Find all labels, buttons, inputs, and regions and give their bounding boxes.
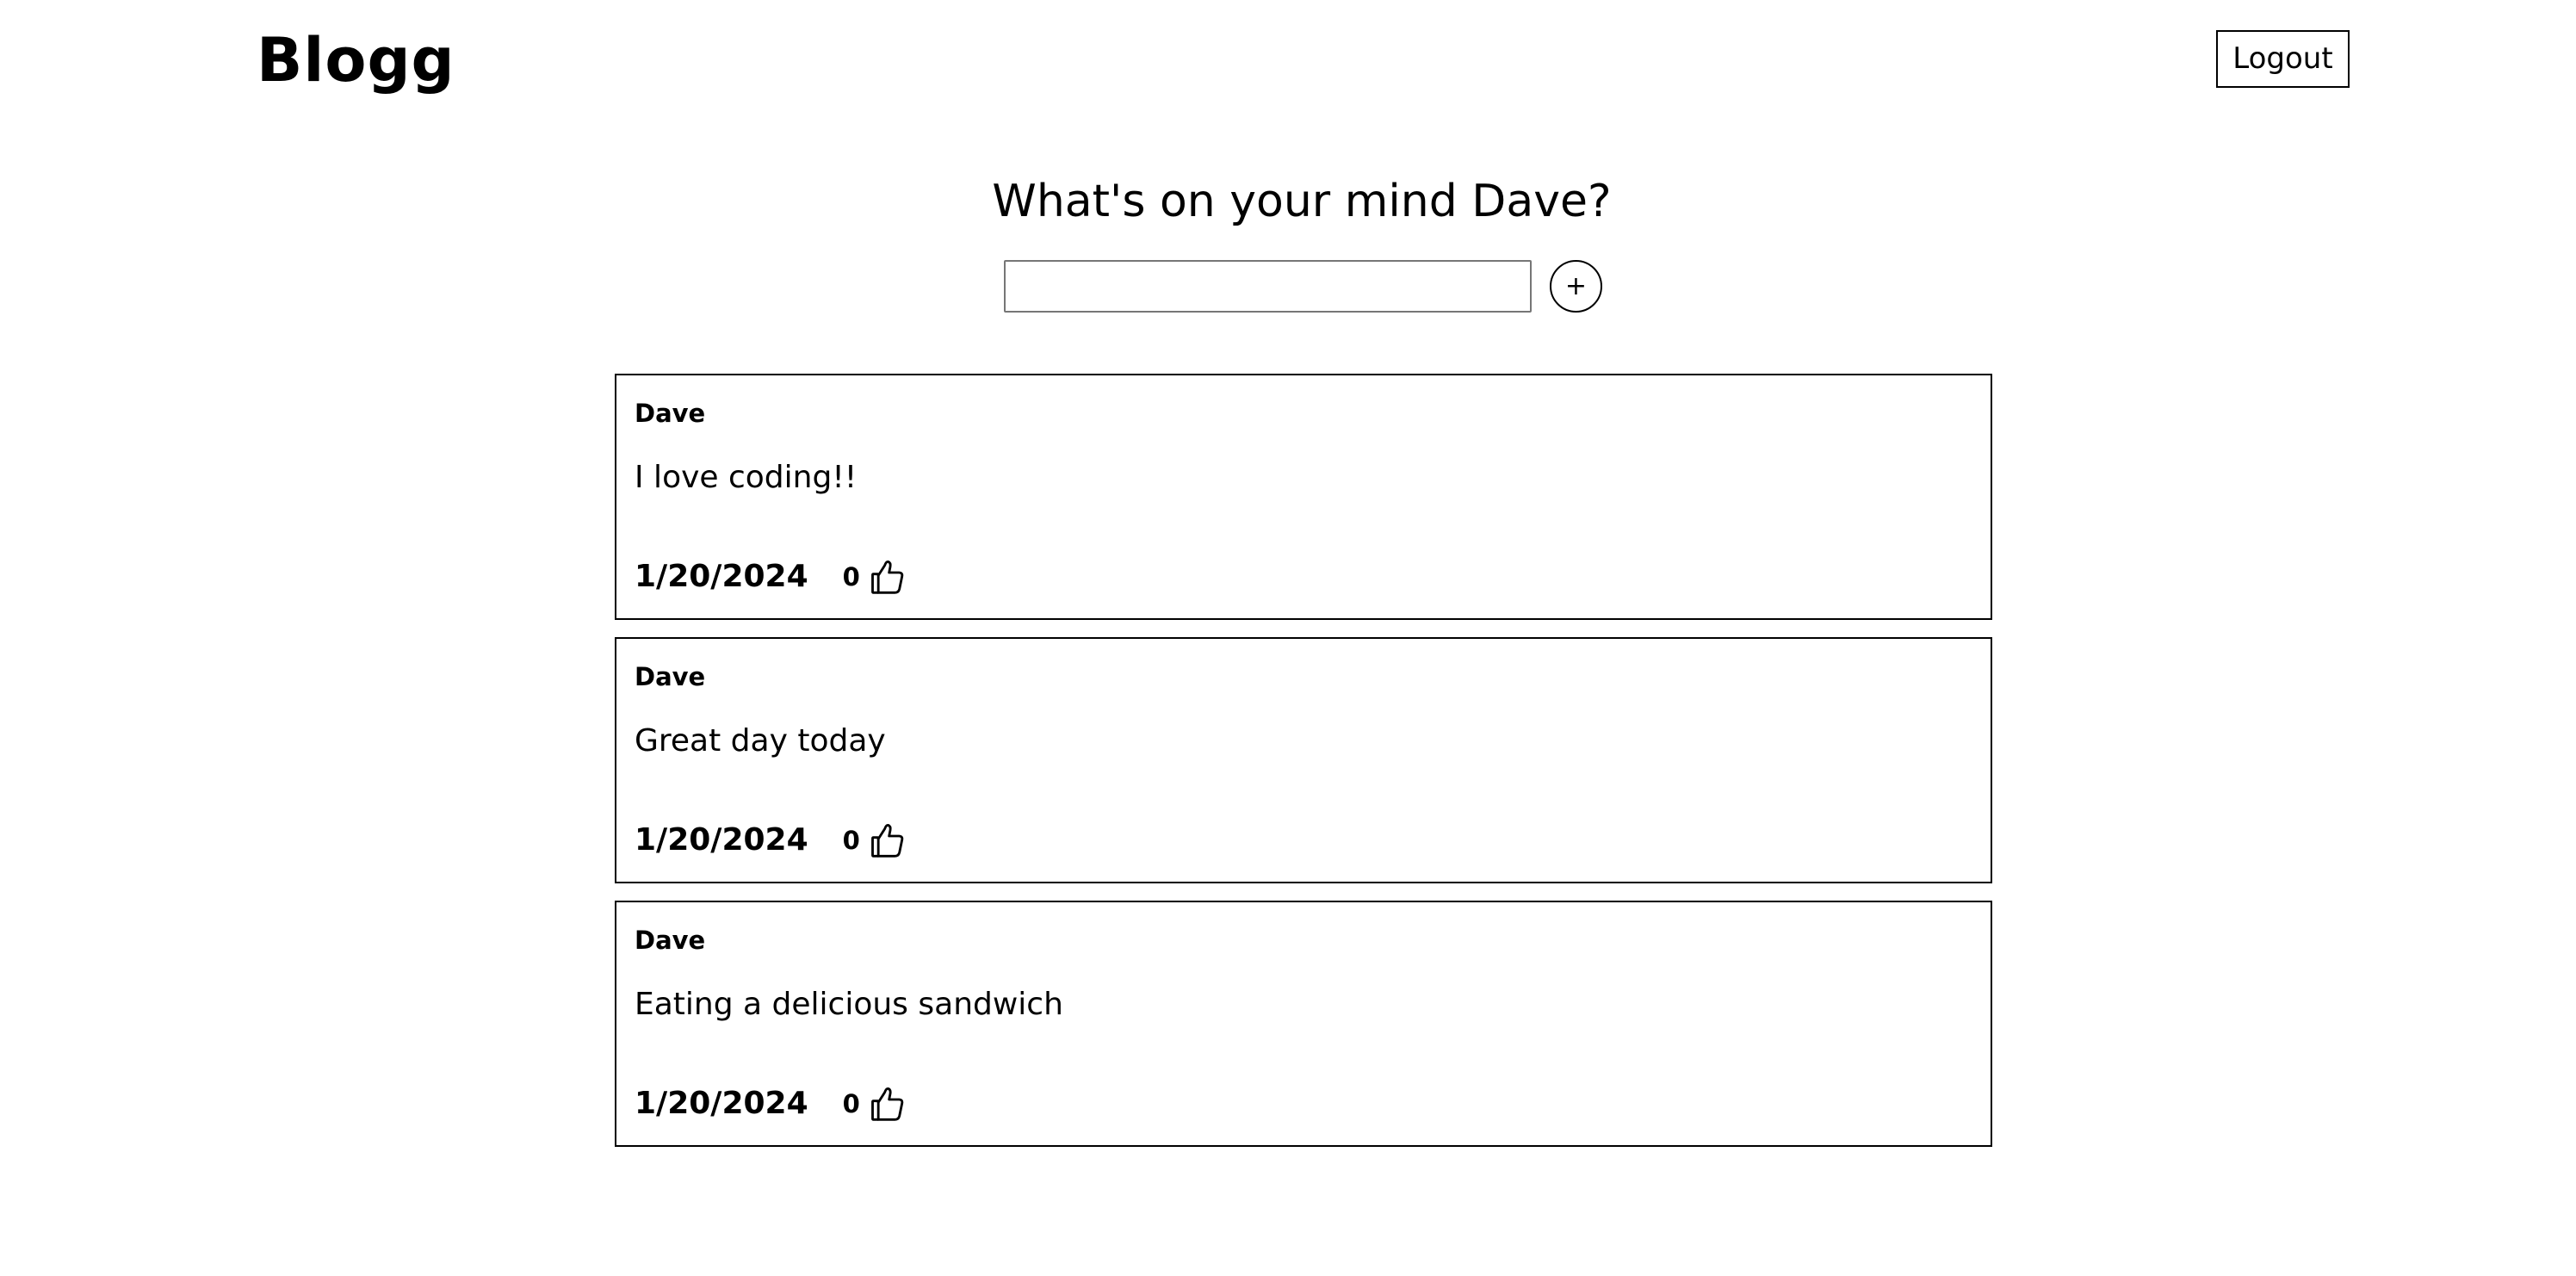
post-author: Dave (635, 662, 706, 691)
thumbs-up-icon[interactable] (869, 820, 907, 861)
thumbs-up-icon[interactable] (869, 556, 907, 598)
post-author: Dave (635, 399, 706, 428)
like-count: 0 (842, 1089, 860, 1118)
post-body: I love coding!! (635, 460, 858, 495)
like-count: 0 (842, 826, 860, 855)
like-count: 0 (842, 562, 860, 592)
post-date: 1/20/2024 (635, 1086, 808, 1121)
post-body: Eating a delicious sandwich (635, 987, 1063, 1022)
brand-logo[interactable]: Blogg (257, 17, 455, 103)
thumbs-up-icon[interactable] (869, 1083, 907, 1124)
post-card: Dave Great day today 1/20/2024 0 (615, 637, 1992, 883)
post-input[interactable] (1004, 260, 1532, 313)
logout-button[interactable]: Logout (2216, 30, 2350, 88)
post-card: Dave Eating a delicious sandwich 1/20/20… (615, 901, 1992, 1147)
post-date: 1/20/2024 (635, 822, 808, 858)
composer-heading: What's on your mind Dave? (992, 176, 1612, 227)
post-author: Dave (635, 926, 706, 955)
post-date: 1/20/2024 (635, 559, 808, 594)
post-card: Dave I love coding!! 1/20/2024 0 (615, 374, 1992, 620)
page: Blogg Logout What's on your mind Dave? +… (0, 0, 2576, 1276)
post-footer: 1/20/2024 0 (635, 816, 907, 864)
post-body: Great day today (635, 723, 886, 759)
post-footer: 1/20/2024 0 (635, 1080, 907, 1128)
post-footer: 1/20/2024 0 (635, 553, 907, 601)
add-post-button[interactable]: + (1550, 260, 1602, 313)
post-list: Dave I love coding!! 1/20/2024 0 Dave Gr… (615, 374, 1992, 1164)
